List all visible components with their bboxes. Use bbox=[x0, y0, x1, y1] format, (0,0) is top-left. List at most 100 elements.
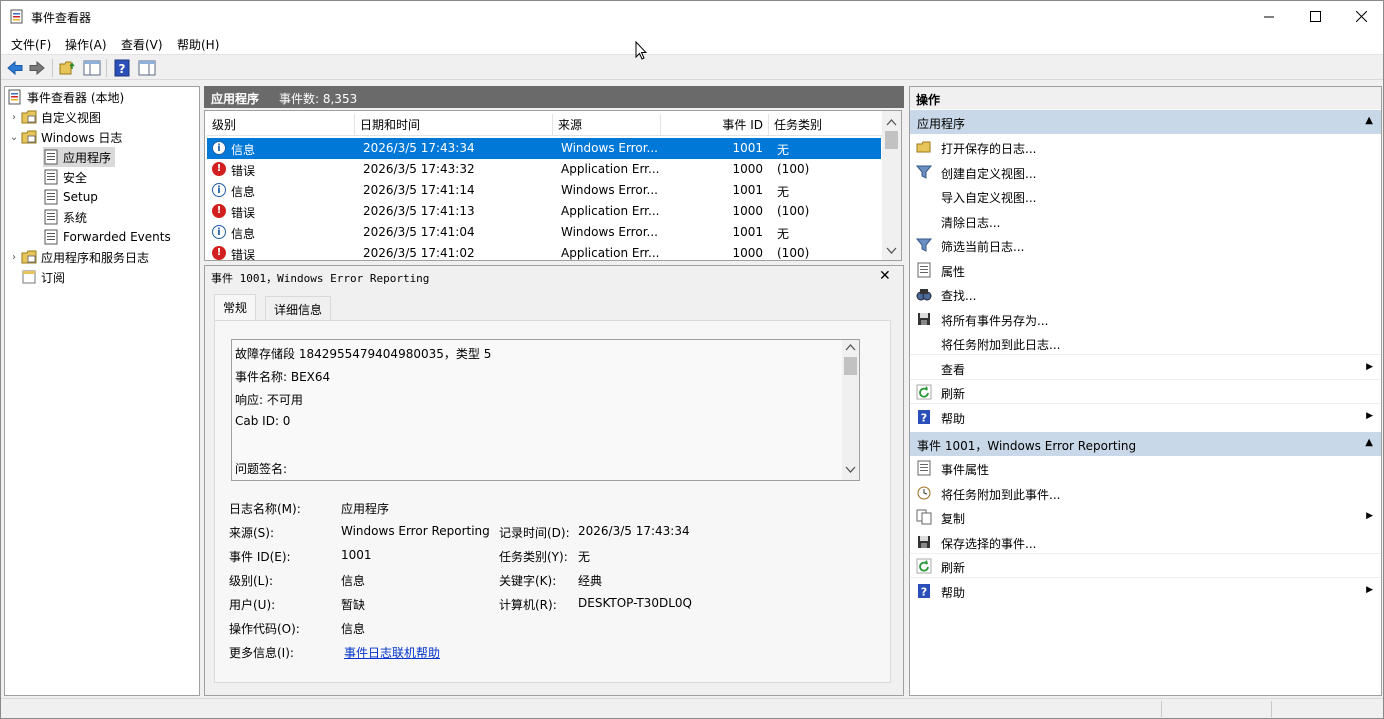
title-bar[interactable]: 事件查看器 bbox=[1, 1, 1383, 32]
minimize-button[interactable] bbox=[1246, 1, 1292, 32]
help-icon[interactable]: ? bbox=[113, 59, 131, 77]
task-category-value[interactable]: 无 bbox=[578, 548, 590, 565]
table-row[interactable]: ! 错误 2026/3/5 17:41:02 Application Err... 10… bbox=[207, 243, 881, 260]
action-item[interactable]: ? 帮助 ▶ bbox=[910, 579, 1381, 603]
forward-arrow-icon[interactable] bbox=[28, 59, 46, 77]
tree-item-forwarded-events[interactable]: Forwarded Events bbox=[43, 227, 171, 247]
menu-view[interactable]: 查看(V) bbox=[121, 36, 163, 53]
tree-item-subscriptions[interactable]: 订阅 bbox=[21, 267, 65, 287]
action-label: 事件属性 bbox=[941, 463, 990, 477]
actions-section-application[interactable]: 应用程序 ▲ bbox=[910, 110, 1381, 134]
cell-event-id: 1000 bbox=[732, 246, 763, 260]
table-row[interactable]: ! 错误 2026/3/5 17:43:32 Application Err... 10… bbox=[207, 159, 881, 180]
event-viewer-window: 事件查看器 文件(F) 操作(A) 查看(V) 帮助(H) ? 事件查看器 (本… bbox=[0, 0, 1384, 719]
back-arrow-icon[interactable] bbox=[6, 59, 24, 77]
column-source[interactable]: 来源 bbox=[553, 114, 661, 136]
scroll-thumb[interactable] bbox=[844, 357, 857, 375]
tree-item-application[interactable]: 应用程序 bbox=[43, 147, 116, 167]
close-button[interactable] bbox=[1338, 1, 1384, 32]
tree-item-custom-views[interactable]: › 自定义视图 bbox=[7, 107, 101, 127]
tree-item-app-service-logs[interactable]: › 应用程序和服务日志 bbox=[7, 247, 149, 267]
online-help-link[interactable]: 事件日志联机帮助 bbox=[344, 644, 440, 661]
scroll-down-icon[interactable] bbox=[882, 243, 901, 259]
action-label: 创建自定义视图... bbox=[941, 166, 1037, 181]
event-list-scrollbar[interactable] bbox=[882, 111, 901, 260]
log-name-value[interactable]: 应用程序 bbox=[341, 500, 389, 517]
action-item[interactable]: 将任务附加到此事件... bbox=[910, 481, 1381, 505]
log-name: 应用程序 bbox=[211, 92, 260, 106]
mouse-cursor-icon bbox=[635, 41, 647, 60]
scroll-up-icon[interactable] bbox=[842, 341, 859, 355]
scroll-down-icon[interactable] bbox=[842, 463, 859, 477]
tab-details[interactable]: 详细信息 bbox=[265, 296, 332, 320]
column-event-id[interactable]: 事件 ID bbox=[661, 114, 769, 136]
subscription-icon bbox=[22, 270, 36, 284]
action-item[interactable]: 将任务附加到此日志... bbox=[910, 331, 1381, 355]
action-item[interactable]: ? 帮助 ▶ bbox=[910, 405, 1381, 429]
column-datetime[interactable]: 日期和时间 bbox=[355, 114, 553, 136]
error-icon: ! bbox=[212, 246, 226, 260]
action-item[interactable]: 导入自定义视图... bbox=[910, 184, 1381, 208]
table-row[interactable]: i 信息 2026/3/5 17:41:04 Windows Error... 1001… bbox=[207, 222, 881, 243]
computer-value[interactable]: DESKTOP-T30DL0Q bbox=[578, 596, 692, 610]
user-value[interactable]: 暂缺 bbox=[341, 596, 365, 613]
table-row[interactable]: i 信息 2026/3/5 17:43:34 Windows Error... 1001… bbox=[207, 138, 881, 159]
scroll-thumb[interactable] bbox=[885, 131, 898, 149]
menu-help[interactable]: 帮助(H) bbox=[177, 36, 219, 53]
actions-section-event[interactable]: 事件 1001，Windows Error Reporting ▲ bbox=[910, 432, 1381, 456]
tree-item-root[interactable]: 事件查看器 (本地) bbox=[7, 87, 124, 107]
cell-level: 信息 bbox=[231, 185, 256, 199]
action-item[interactable]: 保存选择的事件... bbox=[910, 530, 1381, 554]
detail-close-icon[interactable]: ✕ bbox=[879, 268, 891, 284]
table-row[interactable]: ! 错误 2026/3/5 17:41:13 Application Err... 10… bbox=[207, 201, 881, 222]
tree-label: 应用程序和服务日志 bbox=[41, 250, 150, 265]
save-icon bbox=[918, 312, 930, 325]
action-item[interactable]: 属性 bbox=[910, 258, 1381, 282]
keywords-value[interactable]: 经典 bbox=[578, 572, 602, 589]
action-item[interactable]: 筛选当前日志... bbox=[910, 233, 1381, 257]
action-item[interactable]: 刷新 bbox=[910, 380, 1381, 404]
action-item[interactable]: 复制 ▶ bbox=[910, 505, 1381, 529]
copy-icon bbox=[916, 509, 932, 525]
level-value[interactable]: 信息 bbox=[341, 572, 365, 589]
show-hide-action-pane-icon[interactable] bbox=[138, 59, 156, 77]
collapse-icon[interactable]: ⌄ bbox=[7, 132, 21, 143]
expand-icon[interactable]: › bbox=[7, 252, 21, 263]
logged-value[interactable]: 2026/3/5 17:43:34 bbox=[578, 524, 690, 538]
action-label: 查找... bbox=[941, 289, 977, 303]
cell-source: Windows Error... bbox=[561, 141, 658, 155]
expand-icon[interactable]: › bbox=[7, 112, 21, 123]
tab-general[interactable]: 常规 bbox=[214, 294, 257, 321]
collapse-icon[interactable]: ▲ bbox=[1365, 437, 1373, 448]
action-item[interactable]: 事件属性 bbox=[910, 456, 1381, 480]
logged-label: 记录时间(D): bbox=[499, 526, 570, 540]
collapse-icon[interactable]: ▲ bbox=[1365, 115, 1373, 126]
action-item[interactable]: 刷新 bbox=[910, 554, 1381, 578]
action-item[interactable]: 创建自定义视图... bbox=[910, 160, 1381, 184]
tree-item-security[interactable]: 安全 bbox=[43, 167, 87, 187]
scroll-up-icon[interactable] bbox=[882, 115, 901, 131]
event-description[interactable]: 故障存储段 1842955479404980035，类型 5 事件名称: BEX… bbox=[231, 339, 860, 481]
description-scrollbar[interactable] bbox=[842, 340, 859, 480]
action-item[interactable]: 查看 ▶ bbox=[910, 356, 1381, 380]
opcode-value[interactable]: 信息 bbox=[341, 620, 365, 637]
tree-label: 应用程序 bbox=[63, 150, 112, 165]
column-level[interactable]: 级别 bbox=[207, 114, 355, 136]
menu-file[interactable]: 文件(F) bbox=[11, 36, 51, 53]
action-item[interactable]: 查找... bbox=[910, 282, 1381, 306]
action-item[interactable]: 将所有事件另存为... bbox=[910, 307, 1381, 331]
folder-up-icon[interactable] bbox=[59, 59, 77, 77]
column-task-category[interactable]: 任务类别 bbox=[769, 114, 883, 136]
table-row[interactable]: i 信息 2026/3/5 17:41:14 Windows Error... 1001… bbox=[207, 180, 881, 201]
tree-item-setup[interactable]: Setup bbox=[43, 187, 98, 207]
event-id-value[interactable]: 1001 bbox=[341, 548, 372, 562]
maximize-button[interactable] bbox=[1292, 1, 1338, 32]
menu-action[interactable]: 操作(A) bbox=[65, 36, 107, 53]
source-value[interactable]: Windows Error Reporting bbox=[341, 524, 490, 538]
show-hide-tree-icon[interactable] bbox=[83, 59, 101, 77]
tree-item-windows-logs[interactable]: ⌄ Windows 日志 bbox=[7, 127, 122, 147]
action-item[interactable]: 清除日志... bbox=[910, 209, 1381, 233]
cell-level: 错误 bbox=[231, 164, 256, 178]
action-item[interactable]: 打开保存的日志... bbox=[910, 135, 1381, 159]
tree-item-system[interactable]: 系统 bbox=[43, 207, 87, 227]
